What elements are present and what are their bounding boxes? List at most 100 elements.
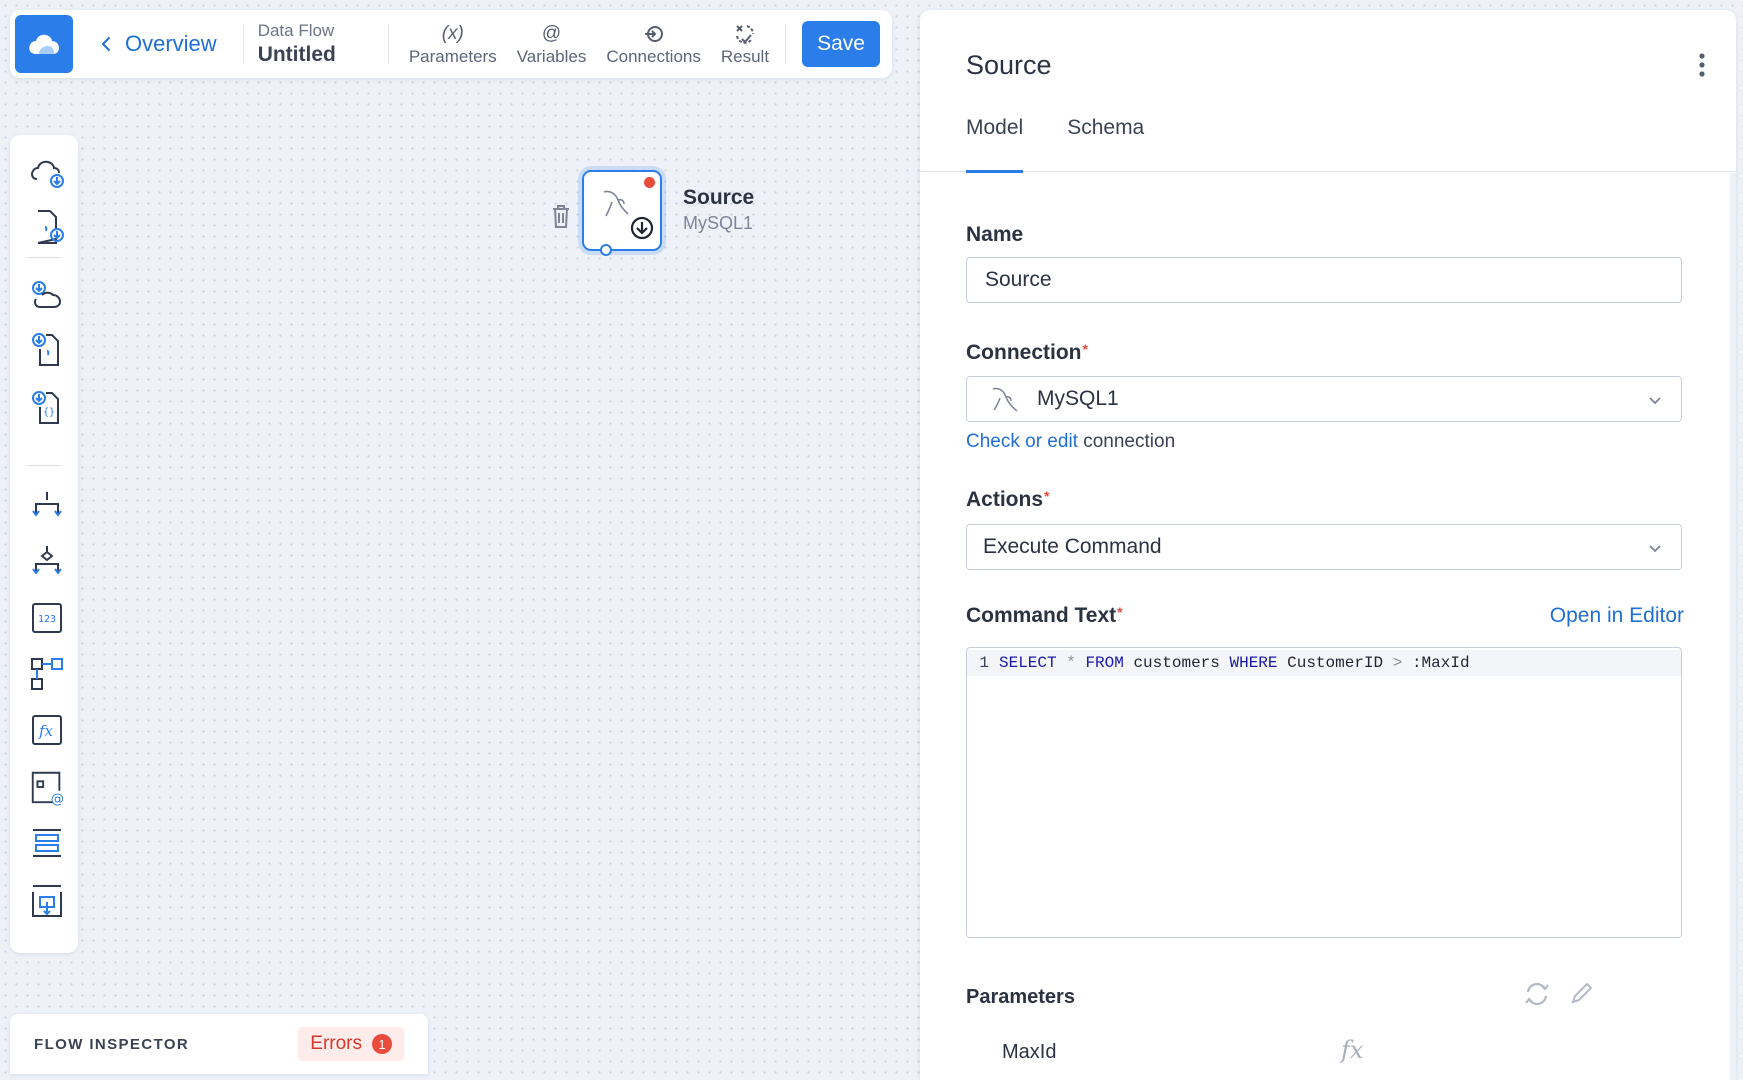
connection-value: MySQL1: [1037, 387, 1119, 410]
refresh-icon[interactable]: [1522, 979, 1552, 1014]
variable-icon[interactable]: @: [28, 767, 66, 807]
check-edit-connection-link[interactable]: Check or edit: [966, 431, 1078, 452]
actions-select[interactable]: Execute Command: [966, 524, 1682, 570]
row-count-icon[interactable]: 123: [28, 598, 66, 638]
top-toolbar: Overview Data Flow Untitled (x) Paramete…: [10, 10, 892, 78]
lookup-icon[interactable]: [28, 653, 66, 693]
divider: [785, 24, 787, 64]
node-subtitle: MySQL1: [683, 213, 754, 233]
edit-pencil-icon[interactable]: [1568, 979, 1596, 1012]
errors-button[interactable]: Errors 1: [298, 1027, 404, 1061]
code-token: >: [1392, 654, 1403, 672]
name-label: Name: [966, 223, 1024, 246]
cloud-logo-icon[interactable]: [15, 15, 73, 73]
panel-tabs: Model Schema: [966, 116, 1188, 173]
node-title: Source: [683, 186, 755, 209]
open-in-editor-link[interactable]: Open in Editor: [1550, 604, 1684, 628]
connections-label: Connections: [606, 47, 701, 66]
errors-count-badge: 1: [372, 1034, 392, 1054]
connection-label-text: Connection: [966, 341, 1082, 364]
name-input[interactable]: [967, 258, 1681, 302]
save-button[interactable]: Save: [802, 21, 881, 67]
code-token: WHERE: [1229, 654, 1278, 672]
code-token: SELECT: [999, 654, 1057, 672]
code-line: 1 SELECT * FROM customers WHERE Customer…: [967, 650, 1681, 676]
flow-inspector-title[interactable]: FLOW INSPECTOR: [34, 1036, 189, 1053]
code-token: :MaxId: [1411, 654, 1470, 672]
panel-scrollbar[interactable]: [1730, 173, 1736, 1080]
required-mark: *: [1044, 488, 1050, 504]
cloud-target-icon[interactable]: [28, 275, 66, 315]
variables-button[interactable]: @ Variables: [507, 15, 597, 73]
buffer-icon[interactable]: [28, 823, 66, 863]
divider: [387, 24, 389, 64]
svg-text:fx: fx: [38, 722, 54, 740]
actions-value: Execute Command: [983, 535, 1162, 558]
tab-schema[interactable]: Schema: [1067, 116, 1144, 172]
properties-panel: Source Model Schema Name Connection* MyS…: [920, 10, 1736, 1080]
code-token: customers: [1133, 654, 1220, 672]
parameter-expression-icon[interactable]: fx: [1341, 1036, 1363, 1064]
actions-label-text: Actions: [966, 488, 1044, 511]
output-icon[interactable]: [28, 880, 66, 920]
chevron-down-icon: [1649, 545, 1661, 553]
command-text-editor[interactable]: 1 SELECT * FROM customers WHERE Customer…: [966, 647, 1682, 938]
svg-text:123: 123: [38, 614, 56, 625]
parameter-name: MaxId: [1002, 1041, 1057, 1063]
delete-node-icon[interactable]: [550, 202, 572, 235]
parameters-icon: (x): [441, 23, 464, 44]
expression-icon[interactable]: fx: [28, 710, 66, 750]
tab-model[interactable]: Model: [966, 116, 1024, 173]
code-token: CustomerID: [1287, 654, 1384, 672]
back-label: Overview: [125, 31, 217, 56]
variables-icon: @: [541, 23, 562, 44]
error-indicator: [644, 177, 655, 188]
palette-divider: [26, 257, 62, 258]
back-to-overview-link[interactable]: Overview: [101, 31, 217, 57]
file-source-icon[interactable]: [28, 207, 66, 247]
name-field[interactable]: [966, 257, 1682, 303]
required-mark: *: [1082, 341, 1088, 357]
command-text-label-text: Command Text: [966, 604, 1117, 627]
result-label: Result: [720, 47, 770, 66]
merge-icon[interactable]: [28, 541, 66, 581]
component-palette: {} 123 fx @: [10, 135, 78, 953]
connections-button[interactable]: Connections: [596, 15, 711, 73]
command-text-label: Command Text*: [966, 604, 1123, 628]
panel-header: Source Model Schema: [920, 10, 1736, 173]
result-icon: [735, 25, 754, 44]
connection-label: Connection*: [966, 341, 1088, 365]
line-number: 1: [979, 654, 989, 672]
panel-title: Source: [966, 50, 1052, 80]
code-token: FROM: [1085, 654, 1124, 672]
svg-text:@: @: [51, 792, 64, 807]
chevron-down-icon: [1649, 397, 1661, 405]
code-token: *: [1066, 654, 1076, 672]
flow-name[interactable]: Untitled: [258, 42, 336, 68]
connection-helper-text: connection: [1077, 431, 1176, 452]
mysql-dolphin-icon: [992, 387, 1018, 412]
chevron-left-icon: [102, 37, 110, 51]
flow-info: Data Flow Untitled: [258, 20, 336, 68]
connections-icon: [644, 26, 663, 42]
file-target-icon[interactable]: [28, 329, 66, 369]
split-icon[interactable]: [28, 485, 66, 525]
connection-select[interactable]: MySQL1: [966, 376, 1682, 422]
errors-label: Errors: [310, 1033, 362, 1054]
parameters-button[interactable]: (x) Parameters: [399, 15, 507, 73]
palette-divider: [26, 465, 62, 466]
json-target-icon[interactable]: {}: [28, 387, 66, 427]
actions-label: Actions*: [966, 488, 1049, 512]
parameters-label: Parameters: [408, 47, 497, 66]
more-options-icon[interactable]: [1698, 52, 1706, 83]
connection-helper: Check or edit connection: [966, 431, 1175, 453]
divider: [242, 24, 244, 64]
result-button[interactable]: Result: [711, 15, 779, 73]
parameters-section-label: Parameters: [966, 986, 1075, 1008]
cloud-source-icon[interactable]: [28, 153, 66, 193]
svg-text:{}: {}: [43, 407, 55, 418]
output-port[interactable]: [600, 244, 612, 256]
source-node[interactable]: [582, 170, 662, 256]
required-mark: *: [1117, 604, 1123, 620]
flow-kind: Data Flow: [257, 21, 335, 40]
